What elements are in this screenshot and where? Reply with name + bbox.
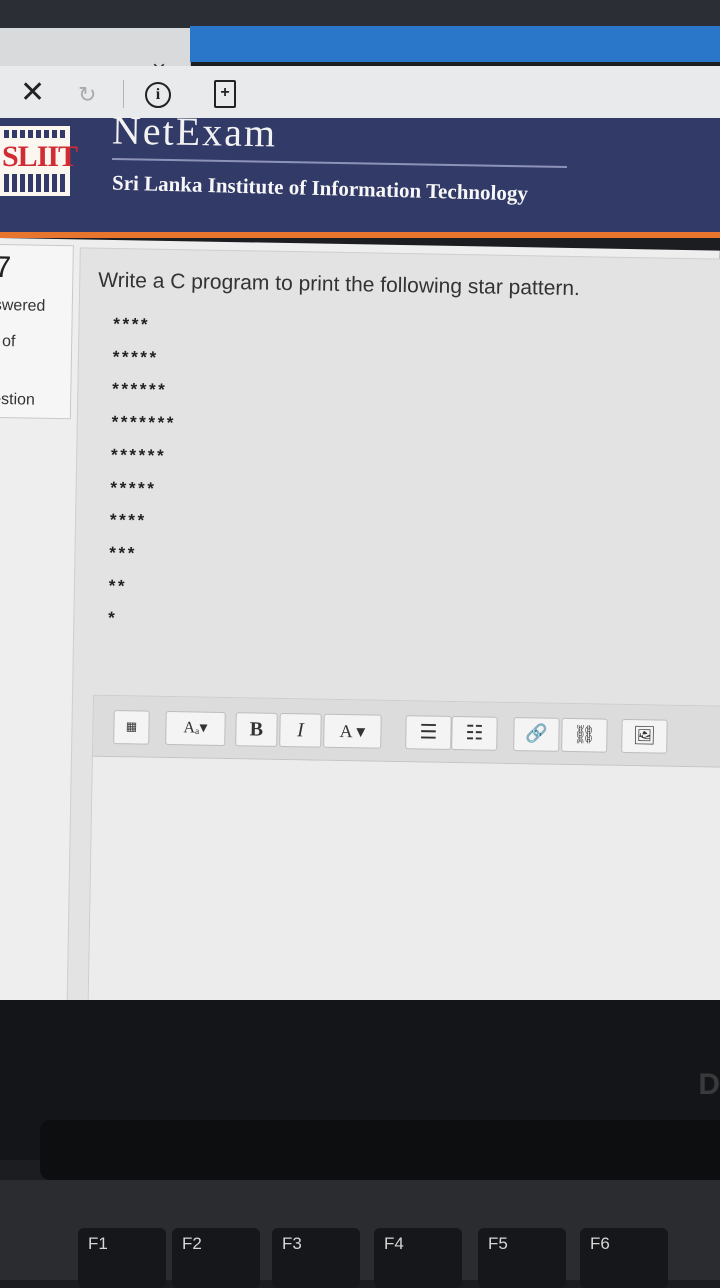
key-label: F1 xyxy=(88,1234,108,1253)
answer-editor: ▦ Aₐ▾ B I A ▾ ☰ ☷ 🔗 ⛓ 🖼 xyxy=(87,694,720,1028)
browser-tab-area xyxy=(190,26,720,62)
key-f2[interactable]: F2 xyxy=(172,1228,260,1288)
star-pattern: **** ***** ****** ******* ****** ***** *… xyxy=(106,316,175,631)
site-header: SLIIT NetExam Sri Lanka Institute of Inf… xyxy=(0,108,720,238)
bullet-list-icon[interactable]: ☰ xyxy=(405,715,452,750)
logo-pattern xyxy=(4,130,66,138)
question-number: 7 xyxy=(0,250,12,285)
key-label: F3 xyxy=(282,1234,302,1253)
browser-toolbar: ✕ ↻ i + xyxy=(0,66,720,119)
browser-tab-strip: × xyxy=(0,0,720,82)
kitchen-sink-icon[interactable]: ▦ xyxy=(113,710,150,745)
toolbar-divider xyxy=(123,80,124,108)
keyboard: F1 F2 F3 F4 F5 F6 xyxy=(0,1180,720,1288)
key-label: F5 xyxy=(488,1234,508,1253)
insert-image-icon[interactable]: 🖼 xyxy=(621,718,668,754)
refresh-icon[interactable]: ↻ xyxy=(78,84,96,106)
question-text: Write a C program to print the following… xyxy=(98,268,581,301)
link-icon[interactable]: 🔗 xyxy=(513,717,560,752)
brand-title: NetExam xyxy=(111,107,278,156)
paragraph-style-button[interactable]: Aₐ▾ xyxy=(165,710,226,747)
key-f5[interactable]: F5 xyxy=(478,1228,566,1288)
sliit-logo: SLIIT xyxy=(0,126,78,196)
question-info-card: 7 swered t of estion xyxy=(0,243,74,420)
brand-divider xyxy=(112,158,567,168)
unlink-icon[interactable]: ⛓ xyxy=(561,717,608,753)
laptop-hinge xyxy=(40,1120,720,1180)
info-icon[interactable]: i xyxy=(145,82,171,108)
editor-toolbar: ▦ Aₐ▾ B I A ▾ ☰ ☷ 🔗 ⛓ 🖼 xyxy=(92,695,720,768)
numbered-list-icon[interactable]: ☷ xyxy=(451,715,498,751)
institute-name: Sri Lanka Institute of Information Techn… xyxy=(111,170,529,206)
key-label: F2 xyxy=(182,1234,202,1253)
logo-text: SLIIT xyxy=(2,140,78,173)
question-card: Write a C program to print the following… xyxy=(66,247,720,1028)
browser-tab[interactable]: × xyxy=(0,28,191,82)
close-icon[interactable]: ✕ xyxy=(20,78,45,108)
logo-pattern xyxy=(4,174,66,192)
key-label: F6 xyxy=(590,1234,610,1253)
key-label: F4 xyxy=(384,1234,404,1253)
key-f4[interactable]: F4 xyxy=(374,1228,462,1288)
key-f3[interactable]: F3 xyxy=(272,1228,360,1288)
laptop-brand-mark: D xyxy=(698,1068,720,1101)
page-action-icon[interactable]: + xyxy=(214,80,236,108)
key-f1[interactable]: F1 xyxy=(78,1228,166,1288)
question-status: swered xyxy=(0,296,46,315)
italic-button[interactable]: I xyxy=(279,712,322,748)
bold-button[interactable]: B xyxy=(235,712,278,747)
exam-page: 7 swered t of estion Write a C program t… xyxy=(0,238,720,1028)
answer-textarea[interactable] xyxy=(88,756,720,1027)
key-f6[interactable]: F6 xyxy=(580,1228,668,1288)
flag-question-link[interactable]: estion xyxy=(0,391,35,410)
question-marks: t of xyxy=(0,333,16,351)
font-color-button[interactable]: A ▾ xyxy=(323,713,382,749)
